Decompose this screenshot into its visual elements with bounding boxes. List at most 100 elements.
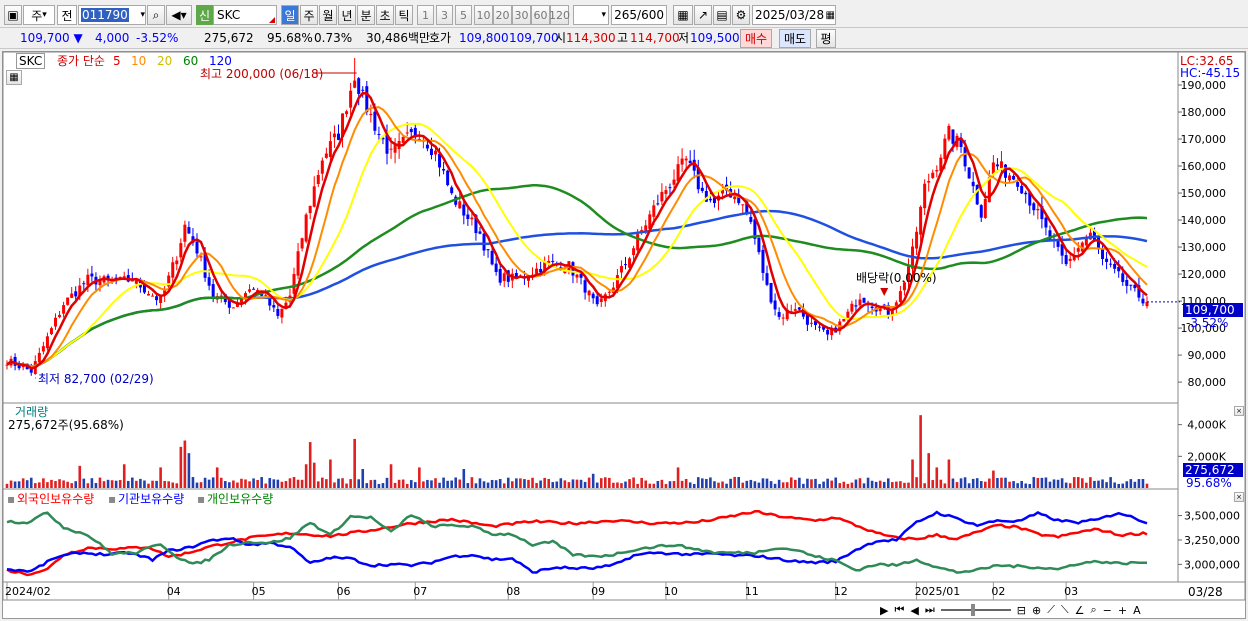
volume-bar — [232, 480, 235, 488]
close-pane-icon[interactable]: × — [1234, 406, 1244, 416]
volume-bar — [955, 482, 959, 488]
volume-bar — [106, 479, 110, 488]
scroll-last-icon[interactable]: ⏭ — [925, 603, 935, 617]
candle-body — [66, 297, 70, 305]
ma-legend-item: 5 — [113, 54, 121, 68]
scroll-right-icon[interactable]: ▶ — [880, 604, 888, 617]
candle-body — [935, 170, 939, 172]
candle-body — [1024, 192, 1028, 195]
volume-bar — [195, 482, 199, 488]
candle-body — [765, 273, 769, 285]
holding-tick-label: 3,500,000 — [1184, 510, 1240, 523]
draw-line-icon[interactable]: ⟋ — [1047, 603, 1055, 617]
volume-bar — [1093, 480, 1096, 488]
volume-bar — [316, 481, 320, 488]
volume-bar — [345, 483, 348, 488]
candle-body — [312, 186, 316, 207]
candle-body — [446, 170, 450, 186]
volume-bar — [838, 483, 842, 488]
volume-bar — [38, 482, 41, 488]
draw-tool-icon[interactable]: ∠ — [1075, 604, 1085, 617]
candle-body — [708, 198, 712, 201]
ma-legend-item: 20 — [157, 54, 173, 68]
candle-body — [316, 175, 320, 184]
candle-body — [280, 308, 284, 318]
volume-bar — [1032, 477, 1036, 488]
stock-chart[interactable]: 80,00090,000100,000110,000120,000130,000… — [0, 0, 1248, 621]
candle-body — [409, 129, 413, 133]
candle-body — [252, 288, 256, 290]
scroll-first-icon[interactable]: ⏮ — [894, 603, 904, 617]
y-tick-label: 190,000 — [1181, 79, 1227, 92]
table-icon[interactable]: ▦ — [6, 70, 22, 85]
zoom-in-icon[interactable]: + — [1118, 604, 1127, 617]
candle-body — [1113, 263, 1117, 269]
candle-body — [854, 305, 858, 307]
candle-body — [797, 307, 801, 310]
volume-bar — [846, 483, 850, 488]
volume-bar — [1076, 477, 1080, 488]
x-tick-label: 05 — [252, 585, 266, 598]
volume-bar — [822, 481, 825, 488]
view-mode-icon[interactable]: ⊟ — [1017, 604, 1026, 617]
zoom-out-icon[interactable]: − — [1103, 604, 1112, 617]
magnify-icon[interactable]: ⌕ — [1090, 603, 1096, 617]
zoom-slider[interactable] — [940, 604, 1011, 616]
symbol-label: SKC — [16, 53, 46, 69]
volume-bar — [891, 482, 894, 488]
volume-bar — [713, 481, 716, 488]
draw-trend-icon[interactable]: ⟍ — [1061, 603, 1069, 617]
candle-body — [862, 297, 866, 303]
volume-bar — [959, 478, 963, 488]
volume-bar — [696, 477, 700, 488]
volume-bar — [389, 464, 393, 488]
volume-bar — [583, 481, 587, 488]
volume-bar — [470, 477, 474, 488]
holding-legend-item: 기관보유수량 — [118, 492, 185, 506]
volume-bar — [793, 479, 797, 488]
scroll-prev-icon[interactable]: ◀ — [910, 604, 918, 617]
candle-body — [304, 214, 308, 242]
volume-bar — [1004, 477, 1007, 488]
candle-body — [975, 185, 979, 205]
volume-bar — [147, 483, 150, 488]
volume-bar — [1064, 482, 1068, 488]
candle-body — [349, 90, 353, 108]
auto-scale-icon[interactable]: A — [1133, 604, 1141, 617]
close-pane-icon[interactable]: × — [1234, 492, 1244, 502]
volume-bar — [967, 483, 971, 488]
ma-legend-item: 120 — [209, 54, 232, 68]
candle-body — [1076, 248, 1080, 252]
candle-body — [159, 296, 163, 303]
volume-bar — [438, 482, 441, 488]
volume-bar — [163, 480, 166, 488]
volume-bar — [143, 480, 146, 488]
volume-bar — [333, 482, 336, 488]
volume-bar — [1028, 483, 1032, 488]
volume-bar — [151, 480, 154, 488]
volume-bar — [555, 481, 559, 488]
volume-bar — [1141, 478, 1145, 488]
candle-body — [49, 328, 53, 335]
volume-bar — [401, 479, 405, 488]
volume-bar — [442, 477, 445, 488]
x-tick-label: 10 — [664, 585, 678, 598]
volume-bar — [644, 480, 648, 488]
volume-bar — [866, 477, 870, 488]
holding-tick-label: 3,000,000 — [1184, 558, 1240, 571]
volume-bar — [17, 481, 21, 488]
candle-body — [308, 205, 312, 214]
candle-body — [324, 153, 328, 158]
volume-bar — [842, 481, 846, 488]
volume-bar — [139, 478, 142, 488]
volume-bar — [709, 477, 712, 488]
crosshair-icon[interactable]: ⊕ — [1032, 604, 1041, 617]
volume-bar — [304, 464, 308, 488]
volume-bar — [733, 476, 736, 488]
volume-bar — [462, 469, 466, 488]
candle-body — [923, 183, 927, 209]
volume-bar — [757, 482, 761, 488]
volume-bar — [919, 415, 922, 488]
candle-body — [850, 303, 854, 312]
volume-bar — [1129, 479, 1133, 488]
